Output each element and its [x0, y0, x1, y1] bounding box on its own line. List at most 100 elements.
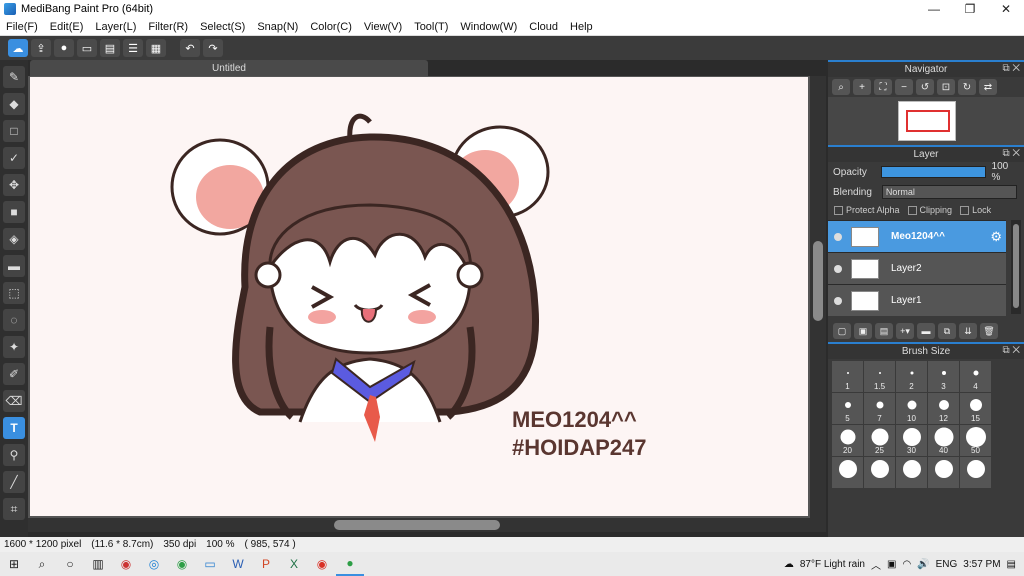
eyedropper-tool-icon[interactable]: ⌗: [3, 498, 25, 520]
brush-size-cell[interactable]: 5: [832, 393, 863, 424]
layer-scrollbar[interactable]: [1011, 220, 1021, 314]
magic-wand-icon[interactable]: ✦: [3, 336, 25, 358]
network-icon[interactable]: ◠: [902, 559, 911, 570]
brush-size-cell[interactable]: 15: [960, 393, 991, 424]
bucket-tool-icon[interactable]: ◈: [3, 228, 25, 250]
monitor-icon[interactable]: ▭: [196, 552, 224, 576]
brush-size-cell[interactable]: 7: [864, 393, 895, 424]
share-icon[interactable]: ⇪: [31, 39, 51, 57]
language-indicator[interactable]: ENG: [936, 559, 958, 570]
menu-help[interactable]: Help: [564, 21, 599, 33]
menu-tool[interactable]: Tool(T): [408, 21, 454, 33]
clipping-checkbox[interactable]: Clipping: [907, 205, 952, 216]
app-icon-red[interactable]: ◉: [112, 552, 140, 576]
camera-icon[interactable]: ▣: [887, 559, 896, 570]
canvas-horizontal-scrollbar[interactable]: [28, 518, 826, 532]
select-eraser-icon[interactable]: ⌫: [3, 390, 25, 412]
zoom-out-icon[interactable]: −: [895, 79, 913, 95]
eraser-tool-icon[interactable]: ◆: [3, 93, 25, 115]
fit-icon[interactable]: ⛶: [874, 79, 892, 95]
scroll-thumb[interactable]: [334, 520, 500, 530]
folder-icon[interactable]: ▬: [917, 323, 935, 339]
weather-text[interactable]: 87°F Light rain: [800, 559, 865, 570]
brush-size-cell[interactable]: 50: [960, 425, 991, 456]
duplicate-layer-icon[interactable]: ⧉: [938, 323, 956, 339]
shape-tool-icon[interactable]: □: [3, 120, 25, 142]
zoom-in-icon[interactable]: +: [853, 79, 871, 95]
drawing-canvas[interactable]: MEO1204^^ #HOIDAP247: [30, 77, 808, 516]
visibility-icon[interactable]: [834, 264, 842, 273]
text-tool-icon[interactable]: T: [3, 417, 25, 439]
gear-icon[interactable]: ⚙: [990, 229, 1002, 245]
new-layer-icon[interactable]: ▢: [833, 323, 851, 339]
layer-item[interactable]: Layer1: [828, 284, 1006, 316]
menu-select[interactable]: Select(S): [194, 21, 251, 33]
task-view-icon[interactable]: ○: [56, 552, 84, 576]
rotate-right-icon[interactable]: ↻: [958, 79, 976, 95]
panel-controls-icon[interactable]: ⧉ ✕: [1002, 63, 1020, 74]
clock[interactable]: 3:57 PM: [963, 559, 1000, 570]
menu-file[interactable]: File(F): [0, 21, 44, 33]
brush-size-cell[interactable]: 40: [928, 425, 959, 456]
gradient-tool-icon[interactable]: ▬: [3, 255, 25, 277]
brush-size-cell[interactable]: 1: [832, 361, 863, 392]
dot-tool-icon[interactable]: ✓: [3, 147, 25, 169]
volume-icon[interactable]: 🔊: [917, 559, 929, 570]
brush-size-cell[interactable]: 30: [896, 425, 927, 456]
brush-size-cell[interactable]: [928, 457, 959, 488]
navigator-preview[interactable]: [828, 97, 1024, 145]
brush-size-cell[interactable]: [832, 457, 863, 488]
search-icon[interactable]: ⌕: [28, 552, 56, 576]
menu-filter[interactable]: Filter(R): [142, 21, 194, 33]
notification-icon[interactable]: ▤: [1007, 559, 1016, 570]
document-tab[interactable]: Untitled: [30, 60, 428, 76]
chrome-icon[interactable]: ◉: [308, 552, 336, 576]
close-button[interactable]: ✕: [988, 0, 1024, 18]
visibility-icon[interactable]: [834, 232, 842, 241]
move-tool-icon[interactable]: ✥: [3, 174, 25, 196]
menu-edit[interactable]: Edit(E): [44, 21, 90, 33]
layer-item[interactable]: Meo1204^^ ⚙: [828, 220, 1006, 252]
protect-alpha-checkbox[interactable]: Protect Alpha: [834, 205, 900, 216]
cloud-save-icon[interactable]: ☁: [8, 39, 28, 57]
medibang-taskbar-icon[interactable]: ●: [336, 552, 364, 576]
chrome-browser-icon[interactable]: ◉: [168, 552, 196, 576]
chat-icon[interactable]: ▭: [77, 39, 97, 57]
widgets-icon[interactable]: ▥: [84, 552, 112, 576]
brush-size-cell[interactable]: 2: [896, 361, 927, 392]
brush-size-cell[interactable]: 4: [960, 361, 991, 392]
powerpoint-icon[interactable]: P: [252, 552, 280, 576]
brush-size-cell[interactable]: [896, 457, 927, 488]
new-8bit-layer-icon[interactable]: ▤: [875, 323, 893, 339]
visibility-icon[interactable]: [834, 296, 842, 305]
add-layer-menu-icon[interactable]: +▾: [896, 323, 914, 339]
brush-size-cell[interactable]: 10: [896, 393, 927, 424]
panel-controls-icon[interactable]: ⧉ ✕: [1002, 148, 1020, 159]
divide-tool-icon[interactable]: ╱: [3, 471, 25, 493]
brush-size-cell[interactable]: 3: [928, 361, 959, 392]
menu-layer[interactable]: Layer(L): [89, 21, 142, 33]
redo-icon[interactable]: ↷: [203, 39, 223, 57]
select-rect-icon[interactable]: ⬚: [3, 282, 25, 304]
windows-start-icon[interactable]: ⊞: [0, 552, 28, 576]
brush-tool-icon[interactable]: ✎: [3, 66, 25, 88]
lock-checkbox[interactable]: Lock: [960, 205, 991, 216]
brush-size-cell[interactable]: 1.5: [864, 361, 895, 392]
maximize-button[interactable]: ❐: [952, 0, 988, 18]
delete-layer-icon[interactable]: 🗑: [980, 323, 998, 339]
blending-select[interactable]: Normal: [881, 185, 1017, 199]
zoom-search-icon[interactable]: ⌕: [832, 79, 850, 95]
minimize-button[interactable]: —: [916, 0, 952, 18]
layer-item[interactable]: Layer2: [828, 252, 1006, 284]
flip-icon[interactable]: ⇄: [979, 79, 997, 95]
menu-color[interactable]: Color(C): [304, 21, 358, 33]
panel-controls-icon[interactable]: ⧉ ✕: [1002, 345, 1020, 356]
operation-tool-icon[interactable]: ⚲: [3, 444, 25, 466]
grid-icon[interactable]: ▦: [146, 39, 166, 57]
menu-window[interactable]: Window(W): [454, 21, 523, 33]
menu-snap[interactable]: Snap(N): [251, 21, 304, 33]
document-icon[interactable]: ▤: [100, 39, 120, 57]
fill-rect-tool-icon[interactable]: ■: [3, 201, 25, 223]
brush-size-cell[interactable]: 25: [864, 425, 895, 456]
weather-icon[interactable]: ☁: [784, 559, 794, 570]
